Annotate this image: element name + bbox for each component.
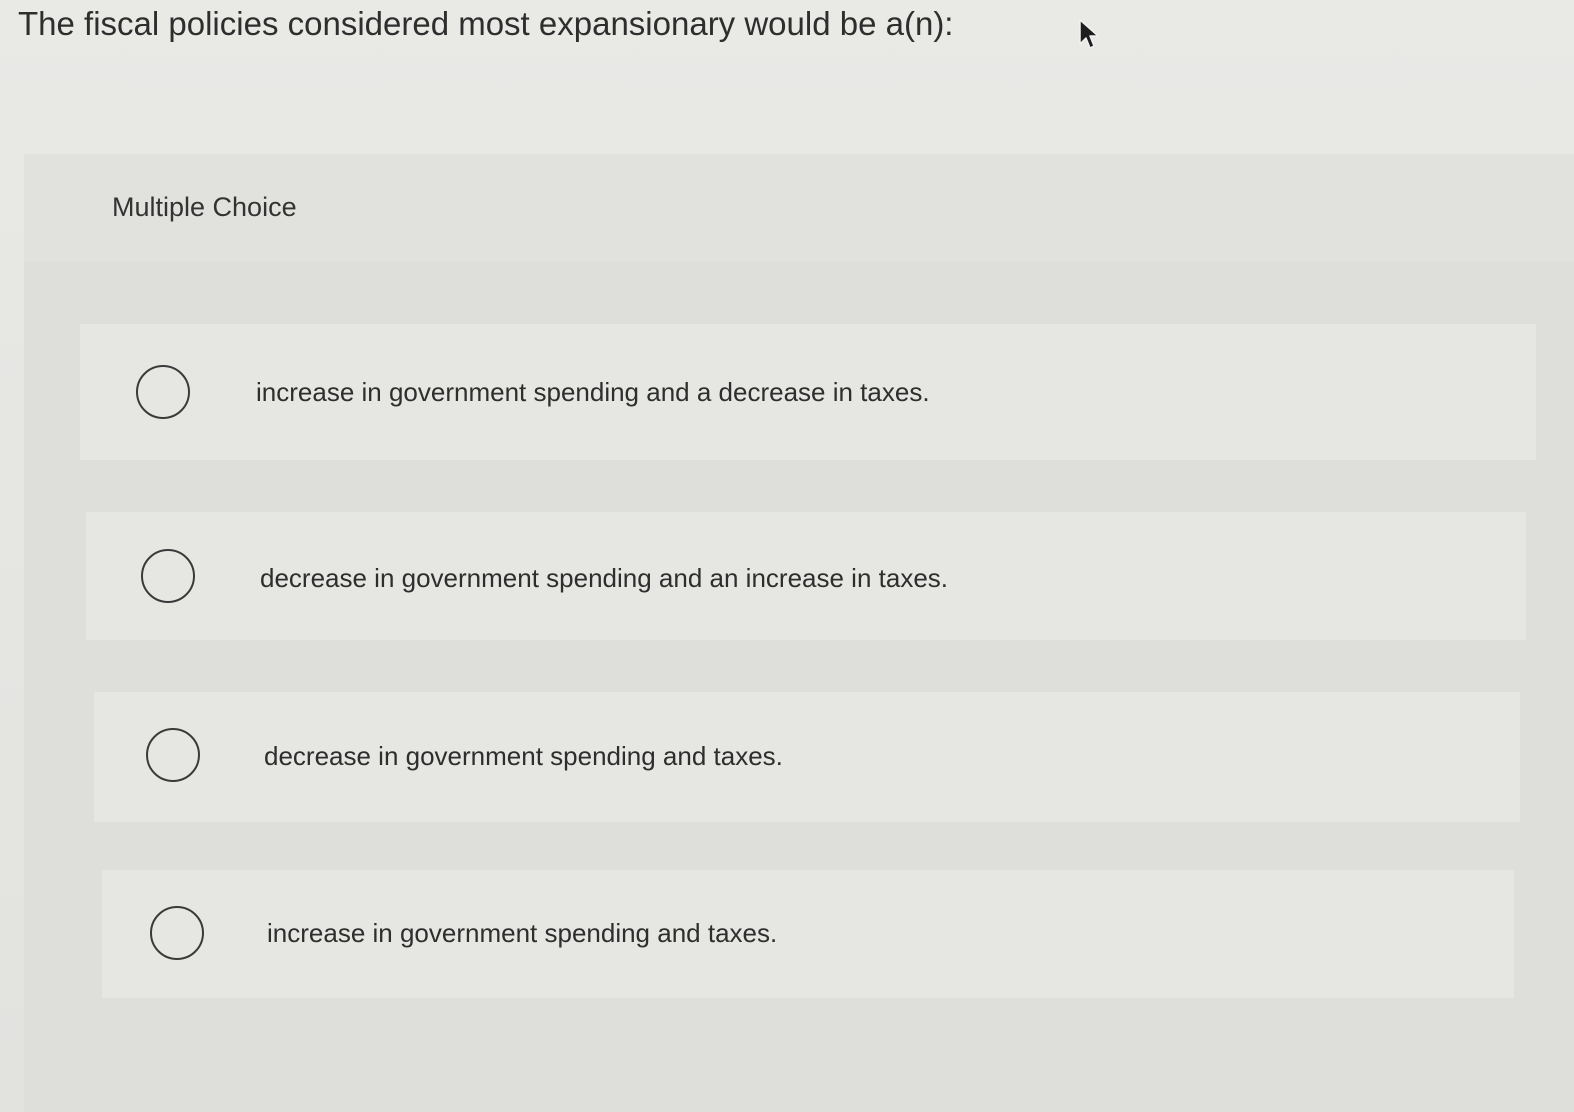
radio-button-1[interactable] — [136, 365, 190, 419]
answer-option-1[interactable]: increase in government spending and a de… — [80, 324, 1536, 460]
radio-button-2[interactable] — [141, 549, 195, 603]
question-text: The fiscal policies considered most expa… — [18, 5, 954, 42]
answer-option-2[interactable]: decrease in government spending and an i… — [86, 512, 1526, 640]
answer-option-3-label: decrease in government spending and taxe… — [264, 741, 783, 771]
answer-option-1-label: increase in government spending and a de… — [256, 377, 930, 407]
answer-option-4-label: increase in government spending and taxe… — [267, 918, 778, 948]
answer-option-4[interactable]: increase in government spending and taxe… — [102, 870, 1514, 998]
multiple-choice-panel: Multiple Choice increase in government s… — [24, 154, 1574, 1112]
answer-option-3[interactable]: decrease in government spending and taxe… — [94, 692, 1520, 822]
arrow-cursor-icon — [1079, 19, 1099, 49]
multiple-choice-label: Multiple Choice — [112, 192, 297, 222]
answer-option-2-label: decrease in government spending and an i… — [260, 563, 948, 593]
radio-button-4[interactable] — [150, 906, 204, 960]
radio-button-3[interactable] — [146, 728, 200, 782]
panel-header: Multiple Choice — [24, 154, 1574, 262]
